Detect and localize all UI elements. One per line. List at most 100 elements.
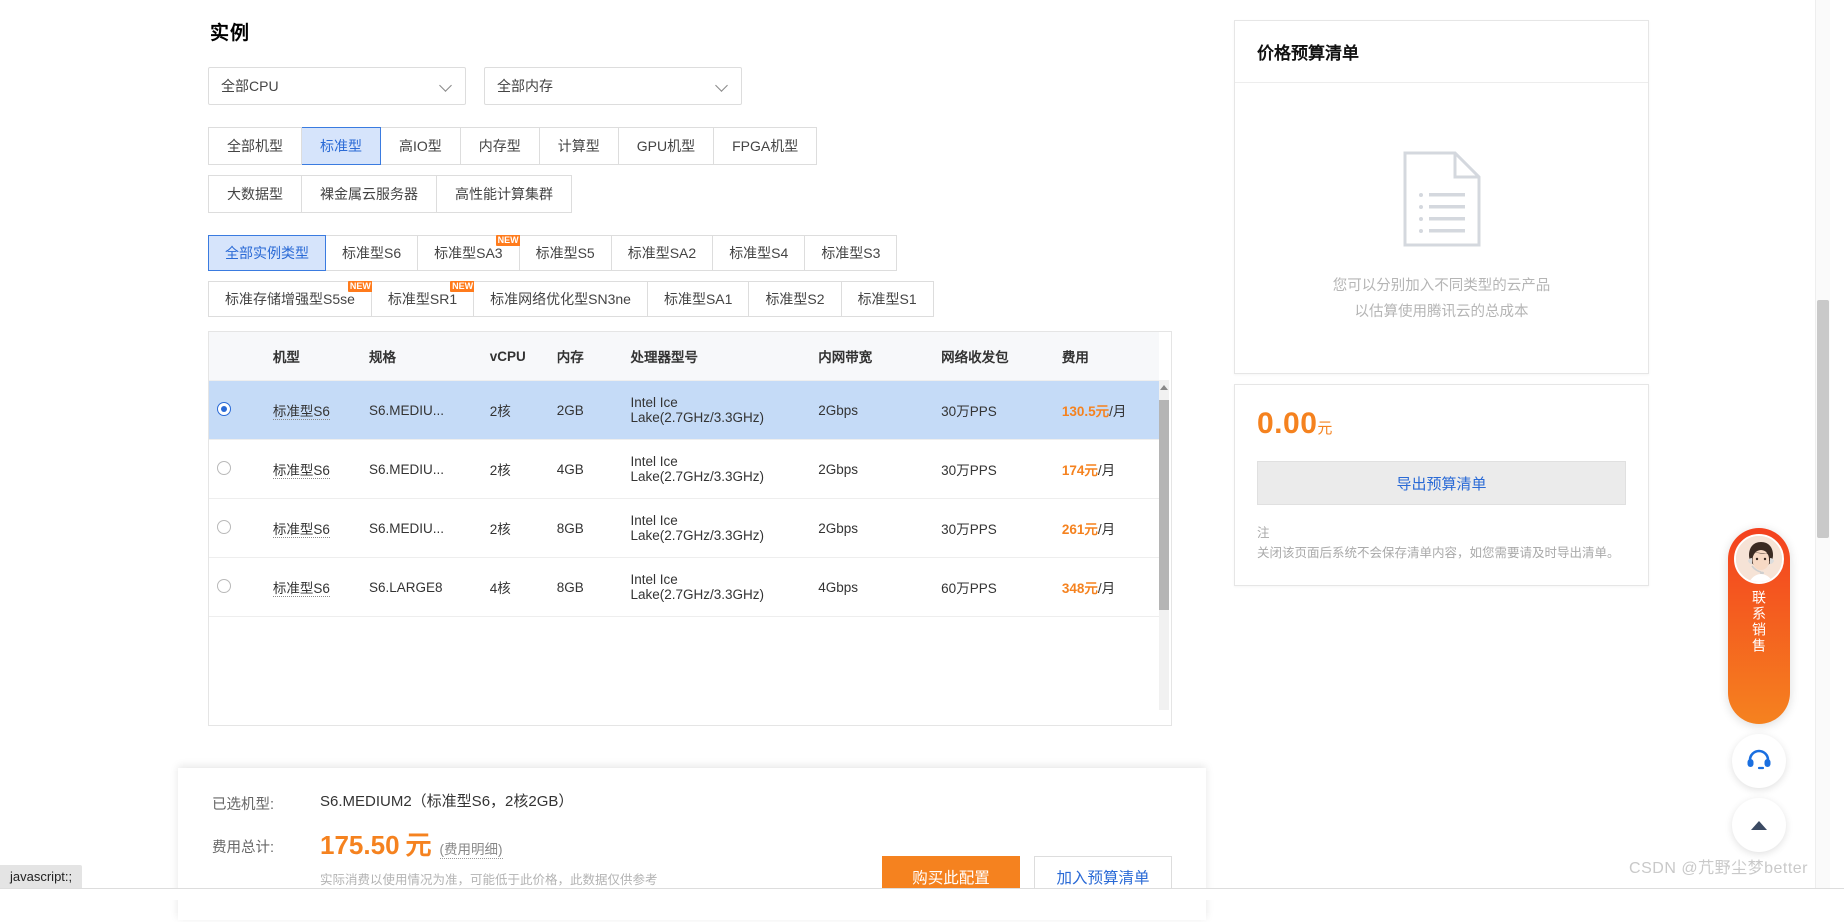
- instance-table: 机型 规格 vCPU 内存 处理器型号 内网带宽 网络收发包 费用 标准型S6 …: [209, 332, 1159, 617]
- cell-spec: S6.LARGE8: [360, 557, 482, 617]
- page-scrollbar-thumb[interactable]: [1817, 300, 1829, 538]
- cell-price: 348元/月: [1053, 557, 1159, 617]
- instance-type-sa3-label: 标准型SA3: [434, 245, 503, 261]
- cell-model[interactable]: 标准型S6: [272, 404, 330, 420]
- instance-type-sa2[interactable]: 标准型SA2: [611, 235, 714, 271]
- machine-type-fpga[interactable]: FPGA机型: [714, 127, 818, 165]
- machine-type-bare-metal[interactable]: 裸金属云服务器: [302, 175, 437, 213]
- contact-sales-button[interactable]: 联系销售: [1728, 528, 1790, 724]
- budget-empty-line-1: 您可以分别加入不同类型的云产品: [1332, 278, 1551, 294]
- instance-type-sr1[interactable]: 标准型SR1 NEW: [371, 281, 476, 317]
- instance-type-s2[interactable]: 标准型S2: [749, 281, 842, 317]
- radio-button[interactable]: [217, 401, 231, 416]
- price-unit: 元: [1084, 463, 1098, 478]
- row-radio-cell[interactable]: [209, 439, 265, 499]
- memory-select-value: 全部内存: [497, 78, 553, 94]
- radio-button[interactable]: [217, 578, 231, 593]
- headset-icon: [1746, 747, 1772, 776]
- budget-note: 注 关闭该页面后系统不会保存清单内容，如您需要请及时导出清单。: [1257, 523, 1626, 563]
- instance-type-group-row-1: 全部实例类型 标准型S6 标准型SA3 NEW 标准型S5 标准型SA2 标准型…: [208, 235, 898, 271]
- budget-card-empty-state: 您可以分别加入不同类型的云产品 以估算使用腾讯云的总成本: [1235, 83, 1648, 373]
- chevron-down-icon: [441, 80, 453, 92]
- th-memory: 内存: [548, 332, 623, 381]
- th-select: [209, 332, 265, 381]
- selected-model-value: S6.MEDIUM2（标准型S6，2核2GB）: [320, 793, 574, 810]
- th-model: 机型: [264, 332, 361, 381]
- back-to-top-button[interactable]: [1732, 798, 1786, 852]
- cell-model[interactable]: 标准型S6: [272, 522, 330, 538]
- browser-status-bar: javascript:;: [0, 865, 83, 888]
- instance-type-all[interactable]: 全部实例类型: [208, 235, 326, 271]
- cell-price: 261元/月: [1053, 498, 1159, 558]
- memory-select[interactable]: 全部内存: [484, 67, 742, 105]
- instance-type-s5[interactable]: 标准型S5: [519, 235, 612, 271]
- export-budget-button[interactable]: 导出预算清单: [1257, 461, 1626, 505]
- cpu-select[interactable]: 全部CPU: [208, 67, 466, 105]
- page-scrollbar[interactable]: [1815, 0, 1830, 900]
- table-scrollbar[interactable]: [1159, 380, 1169, 710]
- instance-table-wrapper: 机型 规格 vCPU 内存 处理器型号 内网带宽 网络收发包 费用 标准型S6 …: [208, 331, 1172, 726]
- watermark: CSDN @芁野尘梦better: [1629, 860, 1808, 877]
- page-content: 实例 全部CPU 全部内存 全部机型 标准型 高IO型 内存型 计算型 GPU机…: [0, 0, 1844, 920]
- cell-bandwidth: 2Gbps: [810, 380, 934, 440]
- table-row[interactable]: 标准型S6 S6.MEDIU... 2核 8GB Intel Ice Lake(…: [209, 498, 1159, 558]
- table-row[interactable]: 标准型S6 S6.MEDIU... 2核 4GB Intel Ice Lake(…: [209, 439, 1159, 499]
- budget-note-body: 关闭该页面后系统不会保存清单内容，如您需要请及时导出清单。: [1257, 546, 1620, 560]
- instance-type-s4[interactable]: 标准型S4: [713, 235, 806, 271]
- cell-memory: 8GB: [548, 557, 623, 617]
- machine-type-group-row-1: 全部机型 标准型 高IO型 内存型 计算型 GPU机型 FPGA机型: [208, 127, 818, 165]
- instance-type-sn3ne[interactable]: 标准网络优化型SN3ne: [474, 281, 648, 317]
- cell-bandwidth: 4Gbps: [810, 557, 934, 617]
- row-radio-cell[interactable]: [209, 557, 265, 617]
- cell-model[interactable]: 标准型S6: [272, 581, 330, 597]
- page-title: 实例: [210, 23, 251, 44]
- radio-button[interactable]: [217, 460, 231, 475]
- instance-type-s3[interactable]: 标准型S3: [805, 235, 898, 271]
- instance-type-group-row-2: 标准存储增强型S5se NEW 标准型SR1 NEW 标准网络优化型SN3ne …: [208, 281, 934, 317]
- cell-vcpu: 4核: [481, 557, 549, 617]
- customer-service-button[interactable]: [1732, 734, 1786, 788]
- instance-type-s6[interactable]: 标准型S6: [326, 235, 419, 271]
- machine-type-hpc[interactable]: 高性能计算集群: [437, 175, 572, 213]
- price-per: /月: [1097, 463, 1116, 478]
- instance-config-column: 实例 全部CPU 全部内存 全部机型 标准型 高IO型 内存型 计算型 GPU机…: [208, 0, 1208, 726]
- cost-detail-link[interactable]: (费用明细): [439, 838, 503, 859]
- total-cost-block: 175.50 元 (费用明细) 实际消费以使用情况为准，可能低于此价格，此数据仅…: [320, 826, 658, 888]
- radio-button[interactable]: [217, 519, 231, 534]
- scroll-up-arrow-icon[interactable]: [1159, 380, 1169, 394]
- instance-type-sa1[interactable]: 标准型SA1: [647, 281, 750, 317]
- machine-type-compute[interactable]: 计算型: [539, 127, 619, 165]
- th-cpu-model: 处理器型号: [622, 332, 811, 381]
- machine-type-bigdata[interactable]: 大数据型: [208, 175, 302, 213]
- cell-cpu-model: Intel Ice Lake(2.7GHz/3.3GHz): [622, 498, 811, 558]
- th-vcpu: vCPU: [481, 332, 549, 381]
- scrollbar-thumb[interactable]: [1159, 400, 1169, 610]
- cell-pps: 30万PPS: [933, 439, 1054, 499]
- row-radio-cell[interactable]: [209, 380, 265, 440]
- machine-type-standard[interactable]: 标准型: [302, 127, 381, 165]
- budget-panel-column: 价格预算清单 您可以分别加入不同类型的云产品 以估算使用腾讯云的总成本 0.00…: [1234, 20, 1649, 586]
- cell-spec: S6.MEDIU...: [360, 498, 482, 558]
- cell-vcpu: 2核: [481, 498, 549, 558]
- machine-type-memory[interactable]: 内存型: [460, 127, 540, 165]
- instance-type-sa3[interactable]: 标准型SA3 NEW: [418, 235, 521, 271]
- cell-price: 174元/月: [1053, 439, 1159, 499]
- cell-model[interactable]: 标准型S6: [272, 463, 330, 479]
- instance-type-s1[interactable]: 标准型S1: [841, 281, 934, 317]
- new-badge: NEW: [495, 235, 521, 246]
- table-header-row: 机型 规格 vCPU 内存 处理器型号 内网带宽 网络收发包 费用: [209, 332, 1159, 381]
- machine-type-group-row-2: 大数据型 裸金属云服务器 高性能计算集群: [208, 175, 572, 213]
- price-unit: 元: [1095, 404, 1110, 419]
- row-radio-cell[interactable]: [209, 498, 265, 558]
- machine-type-gpu[interactable]: GPU机型: [618, 127, 715, 165]
- machine-type-high-io[interactable]: 高IO型: [381, 127, 461, 165]
- cell-cpu-model: Intel Ice Lake(2.7GHz/3.3GHz): [622, 439, 811, 499]
- total-cost-label: 费用总计:: [212, 840, 275, 856]
- cell-bandwidth: 2Gbps: [810, 498, 934, 558]
- instance-type-s5se[interactable]: 标准存储增强型S5se NEW: [208, 281, 373, 317]
- cell-pps: 60万PPS: [933, 557, 1054, 617]
- machine-type-all[interactable]: 全部机型: [208, 127, 302, 165]
- table-row[interactable]: 标准型S6 S6.LARGE8 4核 8GB Intel Ice Lake(2.…: [209, 557, 1159, 617]
- instance-type-s5se-label: 标准存储增强型S5se: [225, 291, 355, 307]
- table-row[interactable]: 标准型S6 S6.MEDIU... 2核 2GB Intel Ice Lake(…: [209, 380, 1159, 440]
